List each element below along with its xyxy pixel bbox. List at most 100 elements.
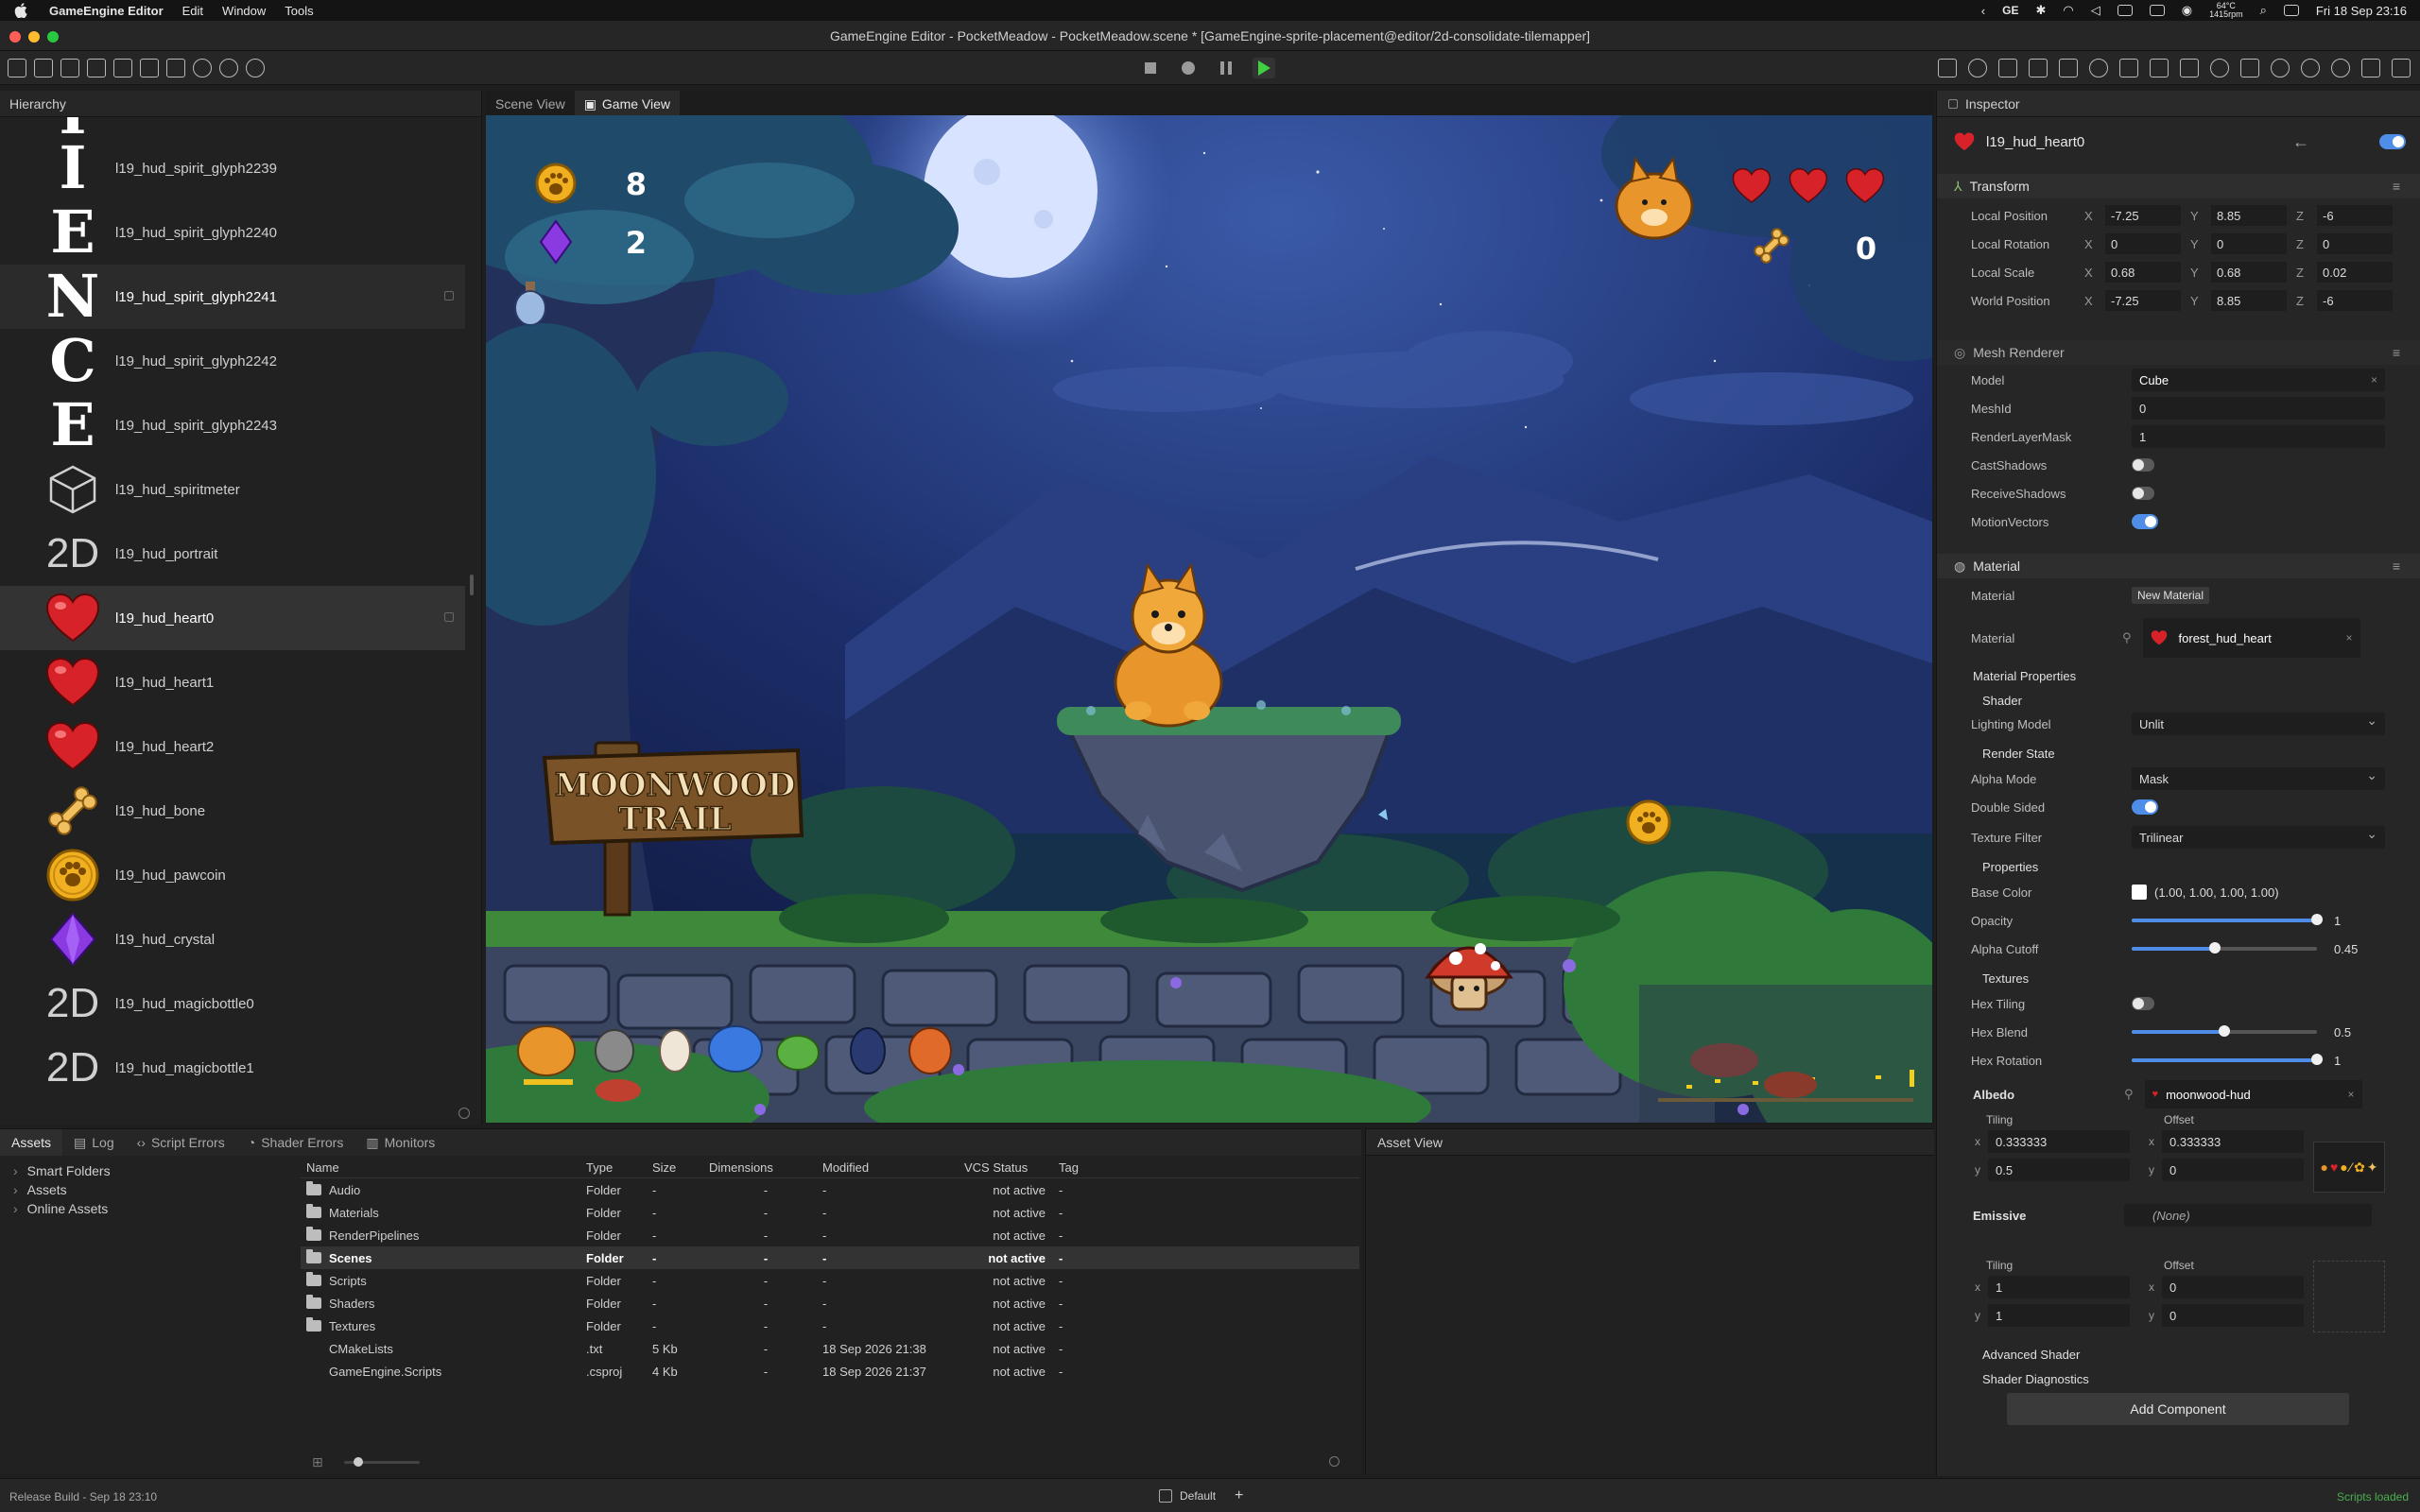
hex-blend-slider[interactable] xyxy=(2132,1025,2317,1037)
local-position-y[interactable]: 8.85 xyxy=(2211,205,2287,226)
fullscreen-icon[interactable] xyxy=(1938,59,1957,77)
close-window-button[interactable] xyxy=(9,31,21,43)
headphones-icon[interactable]: ◠ xyxy=(2063,3,2073,18)
timer-icon[interactable] xyxy=(2210,59,2229,77)
shader-diagnostics-link[interactable]: Shader Diagnostics xyxy=(1982,1372,2089,1386)
column-size[interactable]: Size xyxy=(652,1160,709,1175)
hierarchy-item[interactable]: l19_hud_heart2 xyxy=(0,714,465,779)
material-section-header[interactable]: ◍ Material ≡ xyxy=(1937,554,2420,578)
wifi-icon[interactable]: ◉ xyxy=(2182,3,2192,18)
albedo-texture-field[interactable]: ♥ moonwood-hud × xyxy=(2144,1080,2362,1108)
grid-view-icon[interactable]: ⊞ xyxy=(312,1454,323,1470)
chevron-left-icon[interactable]: ‹ xyxy=(1981,4,1985,18)
table-row[interactable]: RenderPipelines Folder - - - not active - xyxy=(301,1224,1359,1246)
column-type[interactable]: Type xyxy=(586,1160,652,1175)
lock-icon[interactable] xyxy=(444,291,454,301)
alpha-cutoff-value[interactable]: 0.45 xyxy=(2334,942,2358,956)
add-layout-icon[interactable]: + xyxy=(1235,1487,1243,1504)
table-row[interactable]: Textures Folder - - - not active - xyxy=(301,1314,1359,1337)
alarm-icon[interactable] xyxy=(2089,59,2108,77)
open-folder-icon[interactable] xyxy=(34,59,53,77)
search-icon[interactable]: ⌕ xyxy=(2260,3,2267,18)
local-scale-y[interactable]: 0.68 xyxy=(2211,262,2287,283)
tab-script-errors[interactable]: ‹› Script Errors xyxy=(126,1129,236,1156)
play-button[interactable] xyxy=(1253,58,1275,78)
local-scale-x[interactable]: 0.68 xyxy=(2105,262,2181,283)
object-name[interactable]: l19_hud_heart0 xyxy=(1986,134,2084,150)
layout-selector[interactable]: Default + xyxy=(1159,1487,1243,1504)
menu-edit[interactable]: Edit xyxy=(182,4,203,18)
screen-mirroring-icon[interactable] xyxy=(2117,5,2133,16)
terminal-icon[interactable] xyxy=(1998,59,2017,77)
pause-button[interactable] xyxy=(1215,58,1237,78)
albedo-tiling-x[interactable]: 0.333333 xyxy=(1988,1130,2130,1153)
new-material-button[interactable]: New Material xyxy=(2132,587,2210,604)
refresh-icon[interactable] xyxy=(1968,59,1987,77)
column-tag[interactable]: Tag xyxy=(1059,1160,1115,1175)
tab-scene-view[interactable]: Scene View xyxy=(486,91,575,117)
hex-tiling-toggle[interactable] xyxy=(2132,997,2154,1010)
pin-icon[interactable]: ⚲ xyxy=(2122,630,2132,645)
zoom-window-button[interactable] xyxy=(47,31,59,43)
tree-item-smart-folders[interactable]: Smart Folders xyxy=(13,1161,111,1180)
search-icon[interactable] xyxy=(458,1108,470,1119)
table-row[interactable]: Materials Folder - - - not active - xyxy=(301,1201,1359,1224)
texture-filter-dropdown[interactable]: Trilinear xyxy=(2132,826,2385,849)
section-menu-icon[interactable]: ≡ xyxy=(2393,179,2400,194)
section-menu-icon[interactable]: ≡ xyxy=(2393,558,2400,574)
pie-chart-icon[interactable] xyxy=(2271,59,2290,77)
volume-icon[interactable]: ◁ xyxy=(2091,3,2100,18)
sliders-icon[interactable] xyxy=(2059,59,2078,77)
object-enabled-toggle[interactable] xyxy=(2379,134,2406,149)
albedo-tiling-y[interactable]: 0.5 xyxy=(1988,1159,2130,1181)
base-color-value[interactable]: (1.00, 1.00, 1.00, 1.00) xyxy=(2154,885,2279,900)
local-rotation-x[interactable]: 0 xyxy=(2105,233,2181,254)
hierarchy-list[interactable]: I I l19_hud_spirit_glyph2239 E l19_hud_s… xyxy=(0,117,465,1119)
gamepad-icon[interactable] xyxy=(166,59,185,77)
menu-window[interactable]: Window xyxy=(222,4,266,18)
double-sided-toggle[interactable] xyxy=(2132,799,2158,815)
input-source-indicator[interactable]: GE xyxy=(2002,4,2018,17)
opacity-value[interactable]: 1 xyxy=(2334,914,2341,928)
save-icon[interactable] xyxy=(8,59,26,77)
tree-item-assets[interactable]: Assets xyxy=(13,1180,111,1199)
hierarchy-item[interactable]: E l19_hud_spirit_glyph2243 xyxy=(0,393,465,457)
hierarchy-item[interactable]: l19_hud_pawcoin xyxy=(0,843,465,907)
emissive-offset-y[interactable]: 0 xyxy=(2162,1304,2304,1327)
record-button[interactable] xyxy=(1177,58,1200,78)
archive-icon[interactable] xyxy=(60,59,79,77)
table-row[interactable]: Scenes Folder - - - not active - xyxy=(301,1246,1359,1269)
bluetooth-icon[interactable]: ✱ xyxy=(2035,3,2046,18)
transform-section-header[interactable]: ⅄ Transform ≡ xyxy=(1937,174,2420,198)
cast-shadows-toggle[interactable] xyxy=(2132,458,2154,472)
hierarchy-item[interactable]: l19_hud_bone xyxy=(0,779,465,843)
tab-game-view[interactable]: ▣ Game View xyxy=(574,91,681,117)
column-name[interactable]: Name xyxy=(301,1160,586,1175)
emissive-preview[interactable] xyxy=(2313,1261,2385,1332)
local-position-x[interactable]: -7.25 xyxy=(2105,205,2181,226)
render-layer-mask-field[interactable]: 1 xyxy=(2132,425,2385,448)
column-vcs-status[interactable]: VCS Status xyxy=(964,1160,1059,1175)
base-color-swatch[interactable] xyxy=(2132,885,2147,900)
monitor-icon[interactable] xyxy=(87,59,106,77)
section-menu-icon[interactable]: ≡ xyxy=(2393,345,2400,360)
zoom-slider[interactable] xyxy=(344,1457,420,1467)
lock-icon[interactable] xyxy=(444,612,454,622)
motion-vectors-toggle[interactable] xyxy=(2132,514,2158,529)
hierarchy-item[interactable]: C l19_hud_spirit_glyph2242 xyxy=(0,329,465,393)
hierarchy-item[interactable]: I l19_hud_spirit_glyph2239 xyxy=(0,136,465,200)
hex-rotation-value[interactable]: 1 xyxy=(2334,1054,2341,1068)
lighting-model-dropdown[interactable]: Unlit xyxy=(2132,713,2385,735)
table-row[interactable]: CMakeLists .txt 5 Kb - 18 Sep 2026 21:38 not … xyxy=(301,1337,1359,1360)
hierarchy-item-selected[interactable]: l19_hud_heart0 xyxy=(0,586,465,650)
model-field[interactable]: Cube × xyxy=(2132,369,2385,391)
back-arrow-icon[interactable]: ← xyxy=(2292,132,2309,152)
column-modified[interactable]: Modified xyxy=(822,1160,964,1175)
hex-rotation-slider[interactable] xyxy=(2132,1054,2323,1065)
emissive-offset-x[interactable]: 0 xyxy=(2162,1276,2304,1298)
add-component-button[interactable]: Add Component xyxy=(2007,1393,2349,1425)
film-icon[interactable] xyxy=(2119,59,2138,77)
hierarchy-item[interactable]: l19_hud_heart1 xyxy=(0,650,465,714)
table-row[interactable]: Shaders Folder - - - not active - xyxy=(301,1292,1359,1314)
minimize-window-button[interactable] xyxy=(28,31,40,43)
